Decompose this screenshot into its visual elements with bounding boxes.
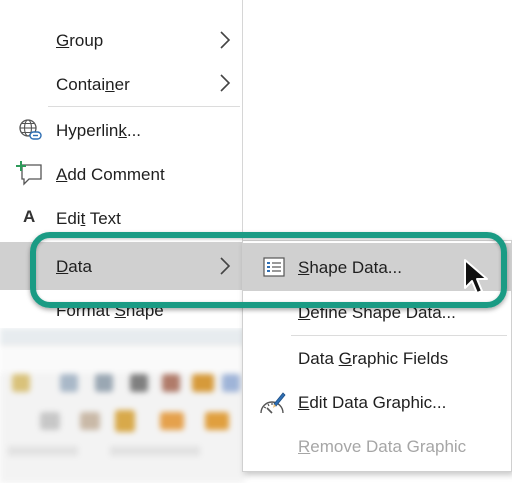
blurred-background-toolbar bbox=[0, 328, 245, 483]
globe-link-icon bbox=[19, 119, 42, 140]
menu-item-container[interactable]: Container bbox=[0, 62, 242, 106]
highlight-callout-outline bbox=[30, 232, 507, 308]
submenu-item-label: Edit Data Graphic... bbox=[298, 393, 447, 412]
submenu-separator bbox=[291, 335, 507, 336]
submenu-item-remove-data-graphic: Remove Data Graphic bbox=[243, 425, 511, 469]
chevron-right-icon bbox=[220, 74, 231, 92]
mouse-cursor-icon bbox=[464, 259, 488, 294]
submenu-item-label: Data Graphic Fields bbox=[298, 349, 449, 368]
edit-data-graphic-icon bbox=[260, 392, 286, 414]
menu-item-label: Edit Text bbox=[56, 209, 121, 228]
submenu-item-label: Remove Data Graphic bbox=[298, 437, 467, 456]
menu-item-add-comment[interactable]: Add Comment bbox=[0, 152, 242, 196]
submenu-item-edit-data-graphic[interactable]: Edit Data Graphic... bbox=[243, 381, 511, 425]
text-a-icon: A bbox=[23, 207, 36, 226]
menu-item-group[interactable]: Group bbox=[0, 18, 242, 62]
submenu-item-data-graphic-fields[interactable]: Data Graphic Fields bbox=[243, 337, 511, 381]
menu-separator bbox=[48, 106, 240, 107]
menu-item-hyperlink[interactable]: Hyperlink... bbox=[0, 108, 242, 152]
menu-item-label: Group bbox=[56, 31, 104, 50]
menu-item-label: Container bbox=[56, 75, 130, 94]
chevron-right-icon bbox=[220, 31, 231, 49]
add-comment-icon bbox=[16, 161, 42, 186]
menu-item-label: Hyperlink... bbox=[56, 121, 142, 140]
menu-item-label: Add Comment bbox=[56, 165, 165, 184]
